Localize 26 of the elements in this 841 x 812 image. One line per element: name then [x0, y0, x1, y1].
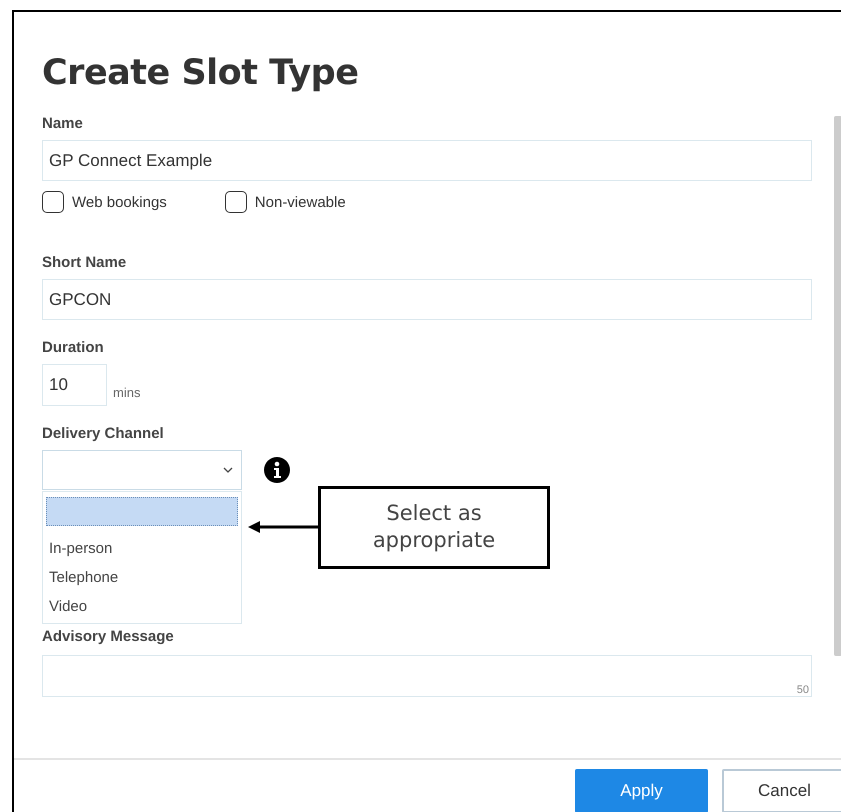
field-label: Short Name	[42, 253, 128, 273]
dropdown-option[interactable]: In-person	[46, 534, 238, 563]
name-field[interactable]: GP Connect Example	[42, 140, 812, 181]
apply-button[interactable]: Apply	[575, 769, 708, 812]
field-label: Name	[42, 114, 84, 134]
cancel-button[interactable]: Cancel	[722, 769, 841, 812]
character-counter: 50	[796, 684, 809, 696]
field-label: Delivery Channel	[42, 424, 165, 444]
arrow-icon	[248, 520, 320, 534]
dropdown-option[interactable]: Telephone	[46, 563, 238, 592]
dialog-title: Create Slot Type	[41, 52, 360, 94]
scrollbar[interactable]	[834, 116, 841, 656]
info-icon[interactable]	[264, 457, 290, 483]
dropdown-option[interactable]: Video	[46, 592, 238, 621]
checkbox-label: Non-viewable	[254, 194, 346, 210]
callout-box: Select as appropriate	[318, 486, 550, 569]
field-label: Duration	[42, 338, 105, 358]
checkbox[interactable]	[224, 191, 247, 213]
short-name-field[interactable]: GPCON	[42, 279, 812, 320]
unit-label: mins	[113, 385, 140, 402]
checkbox-label: Web bookings	[72, 194, 167, 210]
advisory-message-field[interactable]: 50	[42, 655, 812, 697]
field-label: Advisory Message	[42, 627, 175, 647]
duration-field[interactable]: 10	[42, 364, 107, 406]
caret-icon	[223, 467, 233, 473]
checkbox[interactable]	[42, 191, 64, 213]
